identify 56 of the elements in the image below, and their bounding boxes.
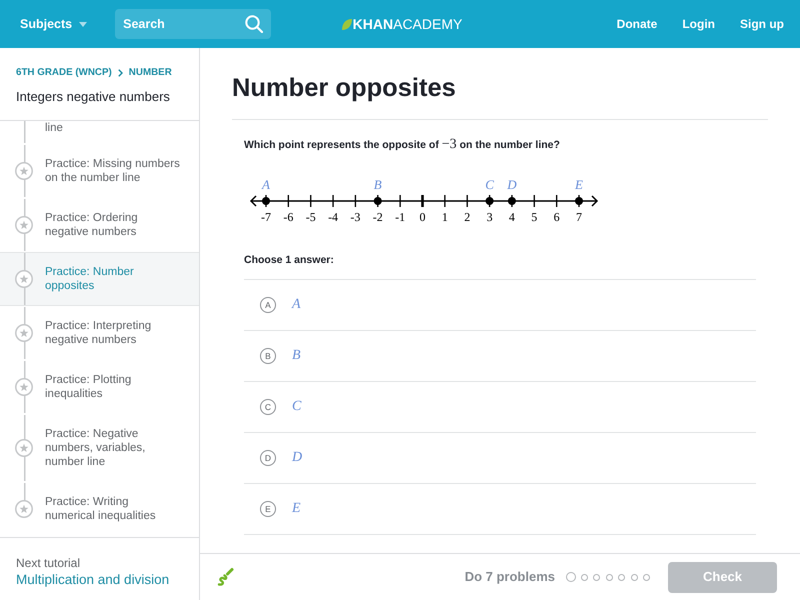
tick-label: -6 xyxy=(283,210,294,224)
answer-text: D xyxy=(292,449,302,467)
choice-letter: D xyxy=(260,450,276,466)
tick-label: -5 xyxy=(306,210,316,224)
answer-choice[interactable]: A A xyxy=(244,280,756,331)
leaf-icon xyxy=(342,18,352,30)
caret-icon xyxy=(79,22,88,26)
choice-letter: C xyxy=(260,399,276,415)
tick-label: 0 xyxy=(420,210,426,224)
answer-choice[interactable]: B B xyxy=(244,331,756,382)
tick-label: 7 xyxy=(576,210,582,224)
tick-label: 5 xyxy=(531,210,538,224)
point-label: E xyxy=(575,177,583,192)
prompt-text: Choose 1 answer: xyxy=(244,253,335,268)
tick-label: -7 xyxy=(261,210,271,224)
answer-text: E xyxy=(292,500,301,518)
point-label: D xyxy=(507,177,517,192)
tick-label: -2 xyxy=(372,210,383,224)
tick-label: 2 xyxy=(464,210,470,224)
choice-letter: E xyxy=(260,501,276,517)
point-label: A xyxy=(262,177,270,192)
next-tutorial-link[interactable]: Multiplication and division xyxy=(16,571,183,589)
answer-choice[interactable]: E E xyxy=(244,484,756,535)
point-marker xyxy=(486,197,494,205)
answer-text: C xyxy=(292,398,302,416)
tutorial-title: Integers negative numbers xyxy=(16,88,171,106)
point-label: C xyxy=(485,177,494,192)
question-text: Which point represents the opposite of −3 on the number line? xyxy=(244,137,561,153)
tick-label: -4 xyxy=(328,210,338,224)
tick-label: 3 xyxy=(486,210,493,224)
answer-text: A xyxy=(292,296,301,314)
choice-letter: B xyxy=(260,348,276,364)
point-marker xyxy=(374,197,382,205)
tick-label: 6 xyxy=(554,210,560,224)
tick-label: 1 xyxy=(442,210,448,224)
search-icon[interactable] xyxy=(245,15,264,33)
point-marker xyxy=(508,197,516,205)
goal-text: Do 7 problems xyxy=(464,569,555,585)
tick-label: 4 xyxy=(508,210,515,224)
answer-text: B xyxy=(292,347,301,365)
tick-label: -3 xyxy=(350,210,360,224)
search-field[interactable]: Search xyxy=(115,9,272,39)
point-marker xyxy=(575,197,583,205)
answer-choice[interactable]: D D xyxy=(244,433,756,484)
point-marker xyxy=(262,197,270,205)
breadcrumb-link[interactable]: 6TH GRADE (WNCP) xyxy=(16,67,112,79)
chevron-right-icon xyxy=(118,69,123,77)
exercise-title: Number opposites xyxy=(232,73,457,104)
next-tutorial-caption: Next tutorial xyxy=(16,556,82,570)
sidebar-item[interactable]: Practice: Number opposites xyxy=(0,252,199,306)
answer-choice[interactable]: C C xyxy=(244,382,756,433)
pencil-squiggle-icon[interactable] xyxy=(215,567,235,587)
point-label: B xyxy=(374,177,382,192)
choice-letter: A xyxy=(260,297,276,313)
tick-label: -1 xyxy=(395,210,406,224)
breadcrumb-link[interactable]: NUMBER xyxy=(128,67,172,79)
